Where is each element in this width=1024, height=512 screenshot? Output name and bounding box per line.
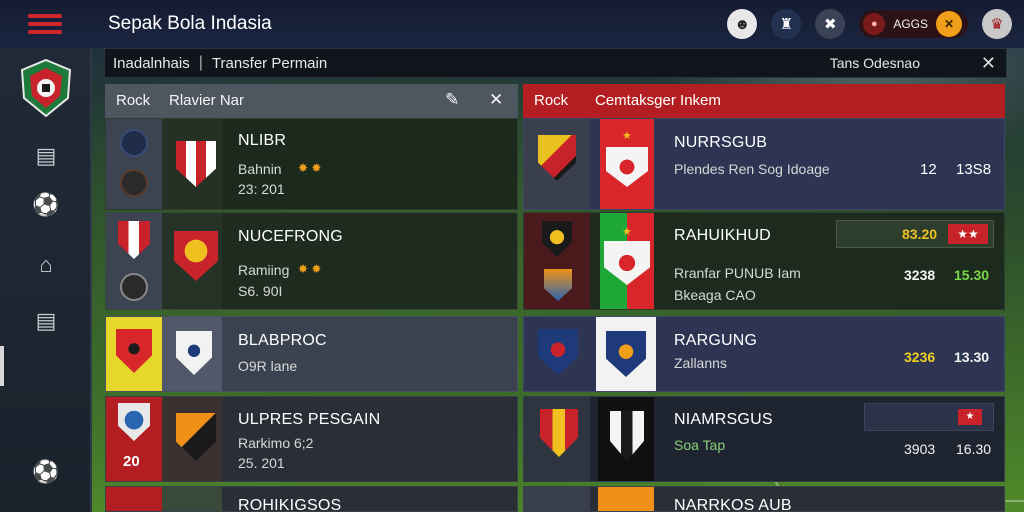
player-name: NUCEFRONG bbox=[238, 228, 343, 245]
price-value: 83.20 bbox=[902, 226, 938, 242]
flag-icon: ✸ ✹ bbox=[298, 262, 322, 276]
player-club: Bahnin bbox=[238, 161, 282, 177]
player-club: Rarkimo 6;2 bbox=[238, 435, 314, 451]
list-icon: ▤ bbox=[35, 308, 57, 333]
top-icons: ☻ ♜ ✖ ● AGGS ✕ ♛ bbox=[727, 7, 1012, 41]
left-panel-header: Rock Rlavier Nar ✎ ✕ bbox=[105, 84, 518, 118]
column-header-player[interactable]: Rlavier Nar bbox=[169, 92, 244, 109]
club-detail: Soa Tap bbox=[674, 437, 726, 453]
currency-label: AGGS bbox=[893, 17, 928, 31]
club-badge-icon bbox=[120, 169, 148, 197]
player-value: 23: 201 bbox=[238, 181, 285, 197]
club-detail-2: Bkeaga CAO bbox=[674, 287, 756, 303]
club-badge-icon bbox=[120, 273, 148, 301]
sidebar-item-settings[interactable]: ⚽ bbox=[0, 460, 92, 484]
rank-cell bbox=[106, 487, 162, 511]
star-icon: ★ bbox=[622, 130, 632, 142]
player-value: S6. 90I bbox=[238, 283, 283, 299]
player-club: Ramiing bbox=[238, 262, 290, 278]
rank-badge: 20 bbox=[123, 453, 140, 470]
club-name: RAHUIKHUD bbox=[674, 227, 771, 244]
player-club: O9R lane bbox=[238, 358, 298, 374]
club-detail: Zallanns bbox=[674, 355, 727, 371]
table-row[interactable]: NLIBR Bahnin ✸ ✹ 23: 201 bbox=[105, 118, 518, 210]
app-title: Sepak Bola Indasia bbox=[108, 13, 272, 34]
sidebar: ▤ ⚽ ⌂ ▤ ⚽ bbox=[0, 48, 92, 512]
stat-value: 15.30 bbox=[954, 267, 990, 283]
stat-value: 16.30 bbox=[956, 441, 992, 457]
crest-cell bbox=[162, 487, 222, 511]
pencil-icon[interactable]: ✎ bbox=[445, 90, 459, 110]
stadium-icon: ⌂ bbox=[39, 252, 53, 277]
table-row[interactable]: ★ NURRSGUB Plendes Ren Sog Idoage 12 13S… bbox=[523, 118, 1005, 210]
column-header-club[interactable]: Cemtaksger Inkem bbox=[595, 92, 721, 109]
player-name: NLIBR bbox=[238, 132, 287, 149]
club-name: NIAMRSGUS bbox=[674, 411, 773, 428]
player-name: BLABPROC bbox=[238, 332, 327, 349]
tools-icon[interactable]: ✖ bbox=[815, 9, 846, 39]
club-name: RARGUNG bbox=[674, 332, 758, 349]
add-coins-icon[interactable]: ✕ bbox=[936, 11, 962, 37]
stars-icon: ★ bbox=[958, 409, 982, 425]
table-row[interactable]: ROHIKIGSOS bbox=[105, 486, 518, 512]
stat-value: 12 bbox=[920, 161, 937, 178]
sidebar-item-transfers[interactable]: ▤ bbox=[0, 309, 92, 333]
player-avatar-icon[interactable]: ☻ bbox=[727, 9, 758, 39]
player-name: ULPRES PESGAIN bbox=[238, 411, 381, 428]
coin-icon: ● bbox=[863, 13, 886, 35]
right-panel-header: Rock Cemtaksger Inkem bbox=[523, 84, 1005, 118]
crest-cell bbox=[598, 487, 654, 511]
breadcrumb-right-label[interactable]: Tans Odesnao bbox=[830, 55, 920, 71]
ball-icon: ⚽ bbox=[32, 459, 60, 484]
player-name: ROHIKIGSOS bbox=[238, 497, 342, 512]
club-badge-icon bbox=[120, 129, 148, 157]
table-row[interactable]: RARGUNG Zallanns 3236 13.30 bbox=[523, 316, 1005, 392]
table-row[interactable]: 20 ULPRES PESGAIN Rarkimo 6;2 25. 201 bbox=[105, 396, 518, 482]
stat-value: 3236 bbox=[904, 349, 936, 365]
club-detail: Rranfar PUNUB Iam bbox=[674, 265, 801, 281]
table-row[interactable]: BLABPROC O9R lane bbox=[105, 316, 518, 392]
club-name: NARRKOS AUB bbox=[674, 497, 792, 512]
breadcrumb-separator: | bbox=[198, 54, 203, 71]
club-name: NURRSGUB bbox=[674, 134, 768, 151]
ball-icon: ⚽ bbox=[32, 192, 60, 217]
breadcrumb-item[interactable]: Inadalnhais bbox=[113, 55, 190, 72]
currency-pill[interactable]: ● AGGS ✕ bbox=[859, 10, 968, 38]
flag-icon: ✸ ✹ bbox=[298, 161, 322, 175]
stat-value: 3238 bbox=[904, 267, 936, 283]
profile-avatar[interactable]: ♛ bbox=[982, 9, 1012, 39]
sidebar-item-home[interactable]: ⌂ bbox=[0, 253, 92, 277]
player-value: 25. 201 bbox=[238, 455, 285, 471]
breadcrumb: Inadalnhais | Transfer Permain Tans Odes… bbox=[104, 48, 1007, 78]
close-icon[interactable]: ✕ bbox=[981, 53, 996, 74]
table-row[interactable]: ★ RAHUIKHUD 83.20 ★★ Rranfar PUNUB Iam B… bbox=[523, 212, 1005, 310]
squad-icon: ▤ bbox=[35, 143, 57, 168]
top-bar: Sepak Bola Indasia ☻ ♜ ✖ ● AGGS ✕ ♛ bbox=[0, 0, 1024, 48]
stars-icon: ★★ bbox=[948, 224, 988, 244]
star-icon: ★ bbox=[622, 226, 632, 238]
hamburger-icon[interactable] bbox=[28, 14, 62, 34]
sidebar-active-indicator bbox=[0, 346, 4, 386]
close-icon[interactable]: ✕ bbox=[489, 90, 503, 110]
stat-value: 13.30 bbox=[954, 349, 990, 365]
stat-value: 13S8 bbox=[956, 161, 992, 178]
breadcrumb-item-current[interactable]: Transfer Permain bbox=[212, 55, 327, 72]
rank-cell bbox=[524, 487, 590, 511]
table-row[interactable]: NUCEFRONG Ramiing ✸ ✹ S6. 90I bbox=[105, 212, 518, 310]
club-detail: Plendes Ren Sog Idoage bbox=[674, 161, 830, 177]
trophy-icon[interactable]: ♜ bbox=[771, 9, 802, 39]
column-header-rank[interactable]: Rock bbox=[116, 92, 150, 109]
sidebar-item-squad[interactable]: ▤ bbox=[0, 144, 92, 168]
table-row[interactable]: NIAMRSGUS Soa Tap ★ 3903 16.30 bbox=[523, 396, 1005, 482]
club-crest-icon[interactable] bbox=[20, 58, 72, 118]
column-header-rank[interactable]: Rock bbox=[534, 92, 568, 109]
stat-value: 3903 bbox=[904, 441, 936, 457]
table-row[interactable]: NARRKOS AUB bbox=[523, 486, 1005, 512]
sidebar-item-club[interactable]: ⚽ bbox=[0, 193, 92, 218]
